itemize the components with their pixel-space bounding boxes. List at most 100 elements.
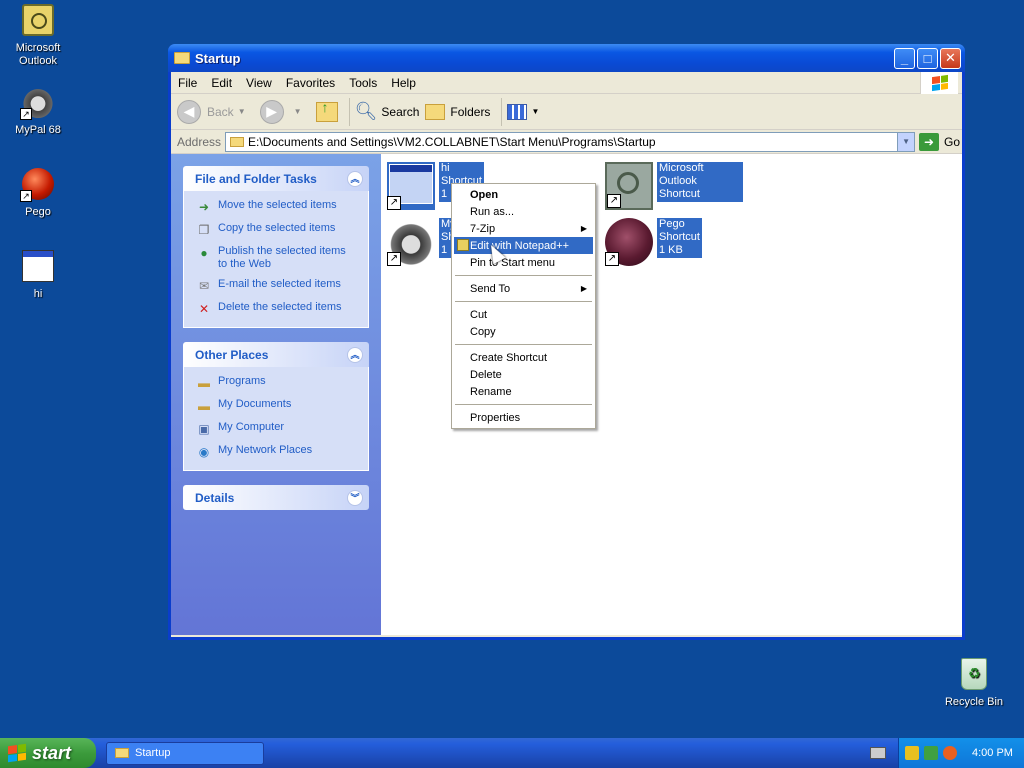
menu-bar: File Edit View Favorites Tools Help: [171, 72, 962, 94]
menu-item-rename[interactable]: Rename: [454, 383, 593, 400]
views-button[interactable]: ▼: [507, 103, 547, 120]
task-move[interactable]: ➜ Move the selected items: [196, 199, 358, 215]
desktop-icon-label: Microsoft Outlook: [15, 42, 61, 67]
place-my-documents[interactable]: ▬ My Documents: [196, 398, 358, 414]
shortcut-arrow-icon: ↗: [387, 252, 401, 266]
search-label: Search: [381, 104, 420, 119]
outlook-icon: ↗: [605, 162, 653, 210]
menu-item-7zip[interactable]: 7-Zip ▶: [454, 220, 593, 237]
chevron-down-icon: ▼: [531, 107, 540, 116]
menu-favorites[interactable]: Favorites: [279, 76, 342, 90]
panel-title: Details: [195, 490, 235, 505]
folder-icon: [115, 748, 129, 758]
desktop-icon-mypal[interactable]: ↗ MyPal 68: [0, 86, 76, 137]
menu-item-pin-start[interactable]: Pin to Start menu: [454, 254, 593, 271]
task-email[interactable]: ✉ E-mail the selected items: [196, 278, 358, 294]
taskbar: start Startup 4:00 PM: [0, 738, 1024, 768]
forward-button[interactable]: ▶ ▼: [259, 99, 310, 124]
panel-header[interactable]: Details ︾: [183, 485, 369, 510]
chevron-down-icon[interactable]: ▼: [294, 107, 302, 116]
keyboard-icon[interactable]: [870, 747, 886, 759]
address-input[interactable]: E:\Documents and Settings\VM2.COLLABNET\…: [225, 131, 916, 152]
minimize-button[interactable]: _: [894, 47, 915, 69]
folder-icon: [230, 136, 245, 147]
raccoon-icon: ↗: [387, 218, 435, 266]
menu-item-open[interactable]: Open: [454, 186, 593, 203]
chevron-down-icon[interactable]: ▼: [897, 132, 915, 151]
title-bar[interactable]: Startup _ □ ✕: [168, 44, 965, 72]
go-button[interactable]: ➜ Go: [919, 132, 960, 151]
place-programs[interactable]: ▬ Programs: [196, 375, 358, 391]
chevron-down-icon[interactable]: ▼: [238, 107, 246, 116]
maximize-button[interactable]: □: [917, 47, 938, 69]
task-pane: File and Folder Tasks ︽ ➜ Move the select…: [171, 154, 381, 635]
desktop-icon-hi[interactable]: hi: [0, 250, 76, 301]
task-delete[interactable]: ✕ Delete the selected items: [196, 301, 358, 317]
security-shield-icon[interactable]: [905, 746, 919, 760]
menu-item-send-to[interactable]: Send To ▶: [454, 280, 593, 297]
back-button[interactable]: ◀ Back ▼: [177, 99, 254, 124]
menu-item-delete[interactable]: Delete: [454, 366, 593, 383]
search-tray-icon[interactable]: [943, 746, 957, 760]
place-network[interactable]: ◉ My Network Places: [196, 444, 358, 460]
menu-help[interactable]: Help: [384, 76, 423, 90]
notepadpp-icon: [457, 239, 469, 251]
move-icon: ➜: [198, 199, 210, 214]
menu-item-create-shortcut[interactable]: Create Shortcut: [454, 349, 593, 366]
menu-edit[interactable]: Edit: [204, 76, 239, 90]
file-meta: Microsoft Outlook Shortcut 1 KB: [657, 162, 743, 213]
clock[interactable]: 4:00 PM: [972, 747, 1013, 759]
up-folder-button[interactable]: ↑: [315, 99, 338, 122]
collapse-icon[interactable]: ︽: [347, 170, 363, 187]
desktop-icon-pego[interactable]: ↗ Pego: [0, 168, 76, 219]
window-app-icon: [22, 250, 54, 282]
shortcut-arrow-icon: ↗: [20, 108, 32, 120]
file-item-pego[interactable]: ↗ Pego Shortcut 1 KB: [605, 218, 702, 266]
email-icon: ✉: [198, 278, 210, 293]
menu-view[interactable]: View: [239, 76, 279, 90]
collapse-icon[interactable]: ︽: [347, 346, 363, 363]
folders-button[interactable]: Folders: [425, 103, 491, 120]
context-menu: Open Run as... 7-Zip ▶ Edit with Notepad+…: [451, 183, 596, 429]
menu-item-edit-notepadpp[interactable]: Edit with Notepad++: [454, 237, 593, 254]
menu-item-cut[interactable]: Cut: [454, 306, 593, 323]
desktop-icon-outlook[interactable]: Microsoft Outlook: [0, 4, 76, 68]
shortcut-arrow-icon: ↗: [605, 252, 619, 266]
menu-item-run-as[interactable]: Run as...: [454, 203, 593, 220]
menu-tools[interactable]: Tools: [342, 76, 384, 90]
copy-icon: ❐: [198, 222, 210, 237]
outlook-icon: [22, 4, 54, 36]
submenu-arrow-icon: ▶: [580, 224, 587, 233]
file-folder-tasks-panel: File and Folder Tasks ︽ ➜ Move the select…: [183, 166, 369, 328]
place-my-computer[interactable]: ▣ My Computer: [196, 421, 358, 437]
menu-separator: [455, 301, 592, 302]
network-tray-icon[interactable]: [924, 746, 938, 760]
file-item-mypal[interactable]: ↗ My Sh 1 K: [387, 218, 460, 266]
folders-label: Folders: [450, 104, 491, 119]
toolbar-separator: [348, 97, 350, 126]
menu-file[interactable]: File: [171, 76, 204, 90]
panel-header[interactable]: Other Places ︽: [183, 342, 369, 367]
menu-item-copy[interactable]: Copy: [454, 323, 593, 340]
address-bar: Address E:\Documents and Settings\VM2.CO…: [171, 130, 962, 154]
task-publish[interactable]: ● Publish the selected items to the Web: [196, 245, 358, 271]
up-folder-icon: ↑: [315, 99, 338, 122]
close-button[interactable]: ✕: [940, 47, 961, 69]
search-button[interactable]: 🔍︎ Search: [355, 101, 420, 122]
task-copy[interactable]: ❐ Copy the selected items: [196, 222, 358, 238]
back-arrow-icon: ◀: [177, 99, 201, 124]
shortcut-arrow-icon: ↗: [607, 194, 621, 208]
start-button[interactable]: start: [0, 738, 96, 768]
expand-icon[interactable]: ︾: [347, 489, 363, 506]
panel-header[interactable]: File and Folder Tasks ︽: [183, 166, 369, 191]
file-item-outlook[interactable]: ↗ Microsoft Outlook Shortcut 1 KB: [605, 162, 743, 213]
taskbar-button-startup[interactable]: Startup: [106, 741, 264, 765]
delete-icon: ✕: [198, 301, 210, 316]
menu-item-properties[interactable]: Properties: [454, 409, 593, 426]
back-label: Back: [207, 104, 234, 119]
shortcut-arrow-icon: ↗: [20, 190, 32, 202]
windows-logo-icon: [920, 72, 958, 94]
desktop-icon-recycle-bin[interactable]: ♻ Recycle Bin: [936, 658, 1012, 709]
desktop-icon-label: MyPal 68: [15, 124, 61, 136]
address-label: Address: [177, 134, 222, 149]
